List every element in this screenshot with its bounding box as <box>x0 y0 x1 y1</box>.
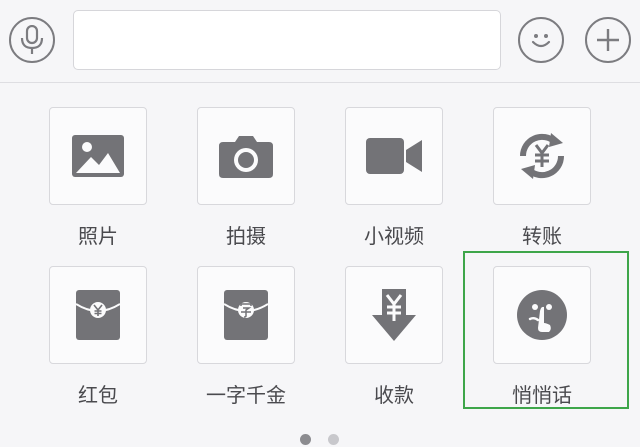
panel-item-short-video[interactable]: 小视频 <box>320 107 470 257</box>
page-dot-active[interactable] <box>300 434 311 445</box>
receive-money-tile[interactable] <box>345 266 443 364</box>
panel-item-label: 照片 <box>78 224 118 248</box>
panel-item-label: 拍摄 <box>226 224 266 248</box>
video-camera-icon <box>366 138 422 174</box>
smiley-icon <box>531 34 551 48</box>
panel-item-label: 一字千金 <box>206 383 286 407</box>
transfer-icon <box>519 133 565 179</box>
more-button[interactable] <box>585 17 631 63</box>
panel-item-red-packet[interactable]: 红包 <box>24 266 174 416</box>
voice-button[interactable] <box>9 17 55 63</box>
photo-tile[interactable] <box>49 107 147 205</box>
plus-icon <box>597 29 619 51</box>
microphone-icon <box>20 25 44 54</box>
chat-input-bar <box>0 0 640 83</box>
word-red-packet-icon <box>224 290 268 340</box>
red-packet-tile[interactable] <box>49 266 147 364</box>
panel-item-label: 收款 <box>374 383 414 407</box>
panel-item-transfer[interactable]: 转账 <box>468 107 618 257</box>
camera-tile[interactable] <box>197 107 295 205</box>
panel-item-label: 小视频 <box>364 224 424 248</box>
panel-item-photo[interactable]: 照片 <box>24 107 174 257</box>
short-video-tile[interactable] <box>345 107 443 205</box>
transfer-tile[interactable] <box>493 107 591 205</box>
panel-item-camera[interactable]: 拍摄 <box>172 107 322 257</box>
panel-item-label: 红包 <box>78 383 118 407</box>
red-packet-icon <box>76 290 120 340</box>
panel-item-receive-money[interactable]: 收款 <box>320 266 470 416</box>
page-dot-inactive[interactable] <box>328 434 339 445</box>
message-input[interactable] <box>73 10 501 70</box>
emoji-button[interactable] <box>518 17 564 63</box>
word-red-packet-tile[interactable] <box>197 266 295 364</box>
panel-item-word-red-packet[interactable]: 一字千金 <box>172 266 322 416</box>
panel-item-label: 转账 <box>522 224 562 248</box>
receive-money-icon <box>372 289 416 341</box>
camera-icon <box>219 136 273 178</box>
highlight-frame <box>463 251 629 409</box>
image-icon <box>72 135 124 177</box>
